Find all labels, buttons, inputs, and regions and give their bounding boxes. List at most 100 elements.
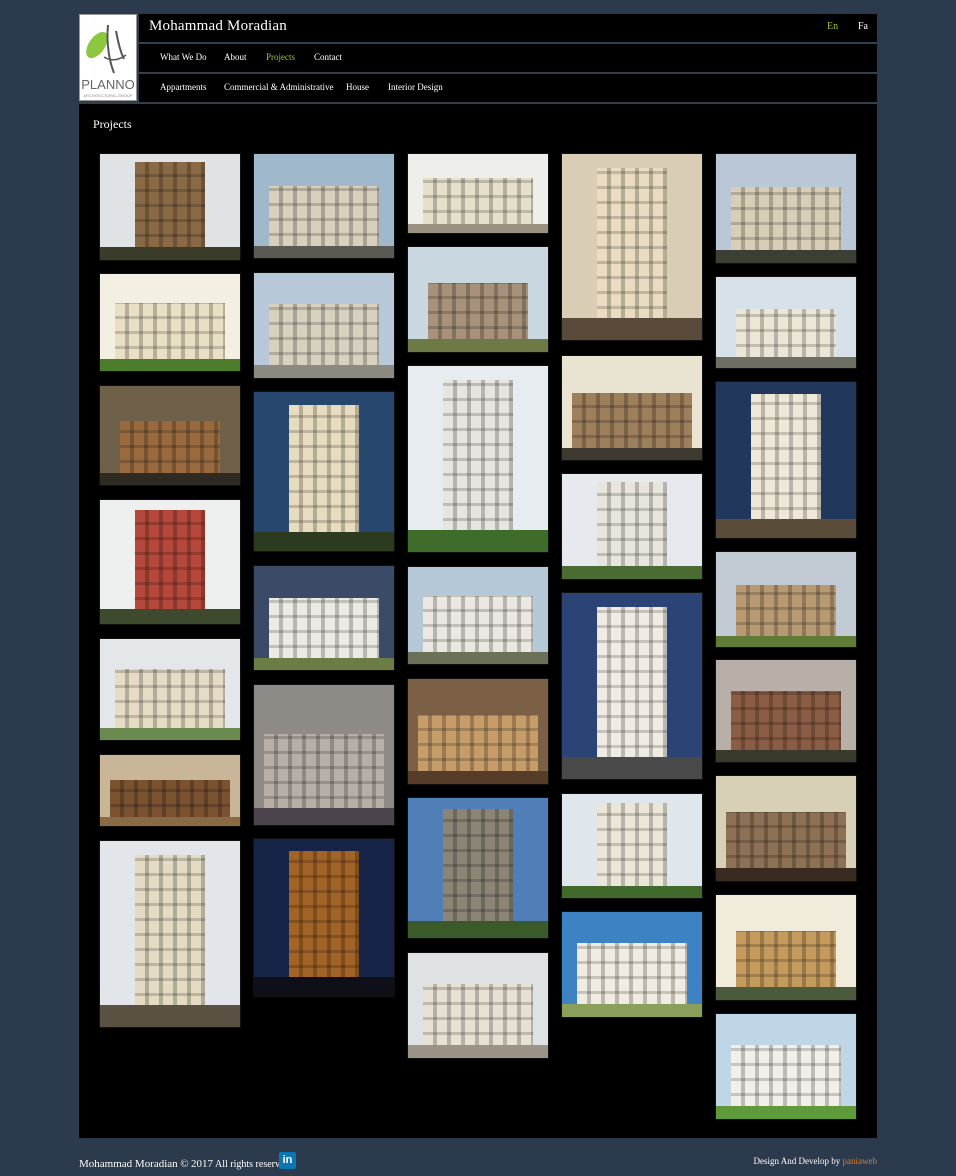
- sub-nav: Appartments Commercial & Administrative …: [139, 72, 877, 102]
- project-thumbnail[interactable]: [562, 356, 702, 460]
- thumbnail-building: [577, 943, 687, 1006]
- thumbnail-building: [135, 510, 205, 612]
- project-thumbnail[interactable]: [254, 392, 394, 551]
- thumbnail-building: [443, 380, 513, 533]
- project-thumbnail[interactable]: [100, 755, 240, 826]
- thumbnail-ground: [562, 1004, 702, 1017]
- project-thumbnail[interactable]: [254, 566, 394, 670]
- project-thumbnail[interactable]: [100, 500, 240, 624]
- thumbnail-building: [289, 851, 359, 980]
- project-thumbnail[interactable]: [716, 277, 856, 368]
- copyright-symbol: ©: [180, 1158, 189, 1170]
- thumbnail-ground: [254, 977, 394, 996]
- thumbnail-building: [423, 984, 533, 1047]
- project-thumbnail[interactable]: [562, 474, 702, 579]
- thumbnail-building: [264, 734, 384, 811]
- project-thumbnail[interactable]: [562, 593, 702, 779]
- main-content: Projects: [79, 102, 877, 1138]
- project-thumbnail[interactable]: [716, 552, 856, 647]
- project-thumbnail[interactable]: [408, 154, 548, 233]
- project-thumbnail[interactable]: [562, 154, 702, 340]
- thumbnail-ground: [716, 519, 856, 538]
- credit-link[interactable]: paniaweb: [843, 1156, 877, 1166]
- thumbnail-building: [418, 715, 538, 773]
- project-thumbnail[interactable]: [716, 382, 856, 538]
- thumbnail-building: [289, 405, 359, 535]
- thumbnail-building: [269, 598, 379, 660]
- nav-item-what-we-do[interactable]: What We Do: [160, 52, 207, 62]
- thumbnail-ground: [562, 318, 702, 340]
- project-thumbnail[interactable]: [408, 567, 548, 664]
- project-thumbnail[interactable]: [408, 953, 548, 1058]
- thumbnail-building: [597, 482, 667, 568]
- project-thumbnail[interactable]: [100, 386, 240, 485]
- thumbnail-ground: [562, 566, 702, 579]
- nav-item-projects[interactable]: Projects: [266, 52, 295, 62]
- thumbnail-ground: [408, 339, 548, 352]
- thumbnail-building: [269, 186, 379, 248]
- project-thumbnail[interactable]: [100, 841, 240, 1027]
- thumbnail-ground: [716, 1106, 856, 1119]
- credit-prefix: Design And Develop by: [753, 1156, 841, 1166]
- project-thumbnail[interactable]: [408, 798, 548, 938]
- project-thumbnail[interactable]: [716, 895, 856, 1000]
- project-thumbnail[interactable]: [716, 154, 856, 263]
- footer-name: Mohammad Moradian: [79, 1158, 178, 1170]
- subnav-item-appartments[interactable]: Appartments: [160, 82, 207, 92]
- thumbnail-ground: [254, 658, 394, 670]
- thumbnail-building: [423, 178, 533, 225]
- thumbnail-ground: [716, 868, 856, 881]
- project-thumbnail[interactable]: [254, 685, 394, 825]
- thumbnail-building: [110, 780, 230, 819]
- project-thumbnail[interactable]: [562, 794, 702, 898]
- thumbnail-building: [135, 855, 205, 1008]
- project-thumbnail[interactable]: [100, 274, 240, 371]
- thumbnail-building: [115, 669, 225, 730]
- language-en[interactable]: En: [827, 21, 838, 32]
- project-thumbnail[interactable]: [716, 1014, 856, 1119]
- project-thumbnail[interactable]: [408, 247, 548, 352]
- thumbnail-ground: [254, 365, 394, 378]
- top-bar: Mohammad Moradian En Fa: [139, 14, 877, 42]
- thumbnail-ground: [562, 886, 702, 898]
- thumbnail-building: [736, 585, 836, 637]
- footer-credit: Design And Develop by paniaweb: [754, 1156, 877, 1166]
- site-logo[interactable]: PLANNO ARCHITECTURAL GROUP: [79, 14, 137, 101]
- thumbnail-ground: [716, 250, 856, 263]
- thumbnail-building: [731, 187, 841, 252]
- thumbnail-building: [597, 168, 667, 321]
- project-thumbnail[interactable]: [716, 776, 856, 881]
- project-thumbnail[interactable]: [716, 660, 856, 762]
- subnav-item-commercial[interactable]: Commercial & Administrative: [224, 82, 333, 92]
- thumbnail-ground: [100, 728, 240, 740]
- thumbnail-building: [269, 304, 379, 367]
- project-thumbnail[interactable]: [562, 912, 702, 1017]
- project-thumbnail[interactable]: [408, 679, 548, 784]
- project-thumbnail[interactable]: [254, 154, 394, 258]
- thumbnail-ground: [408, 1045, 548, 1058]
- project-thumbnail[interactable]: [100, 154, 240, 260]
- thumbnail-building: [726, 812, 846, 870]
- language-fa[interactable]: Fa: [858, 21, 868, 32]
- project-thumbnail[interactable]: [408, 366, 548, 552]
- project-thumbnail[interactable]: [254, 839, 394, 996]
- site-title[interactable]: Mohammad Moradian: [149, 18, 287, 35]
- thumbnail-building: [731, 691, 841, 752]
- thumbnail-ground: [254, 808, 394, 825]
- thumbnail-building: [115, 303, 225, 361]
- thumbnail-building: [751, 394, 821, 522]
- project-thumbnail[interactable]: [254, 273, 394, 378]
- subnav-item-interior-design[interactable]: Interior Design: [388, 82, 443, 92]
- thumbnail-building: [135, 162, 205, 249]
- nav-item-about[interactable]: About: [224, 52, 247, 62]
- project-thumbnail[interactable]: [100, 639, 240, 740]
- thumbnail-ground: [100, 609, 240, 624]
- subnav-item-house[interactable]: House: [346, 82, 369, 92]
- nav-item-contact[interactable]: Contact: [314, 52, 342, 62]
- thumbnail-building: [597, 803, 667, 888]
- linkedin-icon[interactable]: in: [279, 1152, 296, 1169]
- thumbnail-ground: [562, 448, 702, 460]
- thumbnail-ground: [254, 246, 394, 258]
- thumbnail-ground: [100, 817, 240, 826]
- thumbnail-ground: [716, 636, 856, 647]
